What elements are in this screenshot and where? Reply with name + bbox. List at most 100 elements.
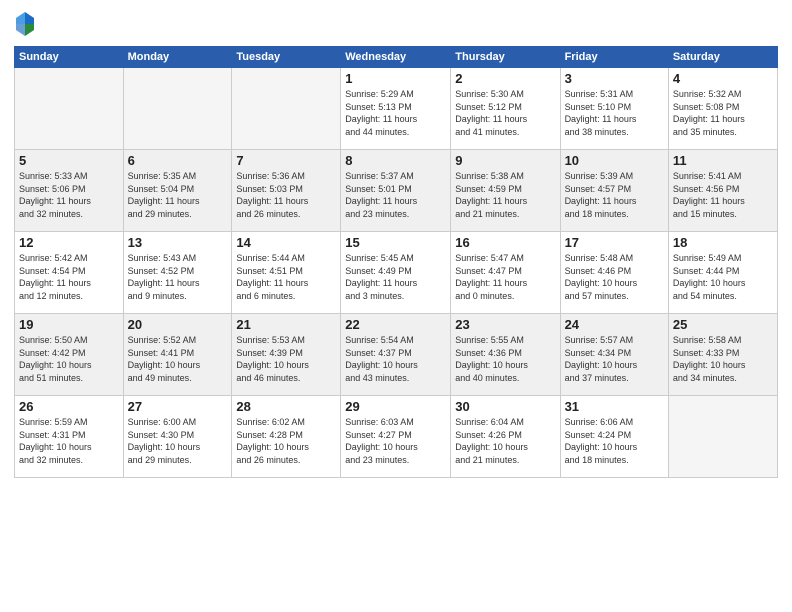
weekday-header-friday: Friday xyxy=(560,47,668,68)
day-info: Sunrise: 5:38 AM Sunset: 4:59 PM Dayligh… xyxy=(455,170,555,220)
weekday-header-saturday: Saturday xyxy=(668,47,777,68)
day-info: Sunrise: 5:41 AM Sunset: 4:56 PM Dayligh… xyxy=(673,170,773,220)
day-info: Sunrise: 5:54 AM Sunset: 4:37 PM Dayligh… xyxy=(345,334,446,384)
calendar-cell: 20 Sunrise: 5:52 AM Sunset: 4:41 PM Dayli… xyxy=(123,314,232,396)
calendar-cell: 5 Sunrise: 5:33 AM Sunset: 5:06 PM Daylig… xyxy=(15,150,124,232)
day-number: 3 xyxy=(565,71,664,86)
day-info: Sunrise: 5:53 AM Sunset: 4:39 PM Dayligh… xyxy=(236,334,336,384)
day-number: 30 xyxy=(455,399,555,414)
day-number: 23 xyxy=(455,317,555,332)
calendar-week-row: 5 Sunrise: 5:33 AM Sunset: 5:06 PM Daylig… xyxy=(15,150,778,232)
header xyxy=(14,10,778,38)
day-info: Sunrise: 5:52 AM Sunset: 4:41 PM Dayligh… xyxy=(128,334,228,384)
day-info: Sunrise: 5:37 AM Sunset: 5:01 PM Dayligh… xyxy=(345,170,446,220)
day-info: Sunrise: 5:30 AM Sunset: 5:12 PM Dayligh… xyxy=(455,88,555,138)
calendar-cell: 13 Sunrise: 5:43 AM Sunset: 4:52 PM Dayli… xyxy=(123,232,232,314)
logo xyxy=(14,10,39,38)
calendar-cell: 27Sunrise: 6:00 AM Sunset: 4:30 PM Dayli… xyxy=(123,396,232,478)
day-info: Sunrise: 5:43 AM Sunset: 4:52 PM Dayligh… xyxy=(128,252,228,302)
calendar-cell: 28 Sunrise: 6:02 AM Sunset: 4:28 PM Dayli… xyxy=(232,396,341,478)
day-info: Sunrise: 5:48 AM Sunset: 4:46 PM Dayligh… xyxy=(565,252,664,302)
calendar-week-row: 26 Sunrise: 5:59 AM Sunset: 4:31 PM Dayli… xyxy=(15,396,778,478)
calendar-cell: 21Sunrise: 5:53 AM Sunset: 4:39 PM Dayli… xyxy=(232,314,341,396)
calendar-cell xyxy=(232,68,341,150)
calendar-cell: 19 Sunrise: 5:50 AM Sunset: 4:42 PM Dayli… xyxy=(15,314,124,396)
day-info: Sunrise: 5:31 AM Sunset: 5:10 PM Dayligh… xyxy=(565,88,664,138)
day-number: 7 xyxy=(236,153,336,168)
day-info: Sunrise: 6:02 AM Sunset: 4:28 PM Dayligh… xyxy=(236,416,336,466)
day-info: Sunrise: 5:44 AM Sunset: 4:51 PM Dayligh… xyxy=(236,252,336,302)
day-number: 29 xyxy=(345,399,446,414)
calendar-cell: 29 Sunrise: 6:03 AM Sunset: 4:27 PM Dayli… xyxy=(341,396,451,478)
day-number: 1 xyxy=(345,71,446,86)
day-number: 31 xyxy=(565,399,664,414)
day-info: Sunrise: 5:29 AM Sunset: 5:13 PM Dayligh… xyxy=(345,88,446,138)
calendar-cell: 30 Sunrise: 6:04 AM Sunset: 4:26 PM Dayli… xyxy=(451,396,560,478)
calendar-cell: 22Sunrise: 5:54 AM Sunset: 4:37 PM Dayli… xyxy=(341,314,451,396)
calendar-cell: 10 Sunrise: 5:39 AM Sunset: 4:57 PM Dayli… xyxy=(560,150,668,232)
calendar-cell: 6Sunrise: 5:35 AM Sunset: 5:04 PM Daylig… xyxy=(123,150,232,232)
calendar-cell: 1 Sunrise: 5:29 AM Sunset: 5:13 PM Daylig… xyxy=(341,68,451,150)
day-info: Sunrise: 5:57 AM Sunset: 4:34 PM Dayligh… xyxy=(565,334,664,384)
calendar-cell: 3 Sunrise: 5:31 AM Sunset: 5:10 PM Daylig… xyxy=(560,68,668,150)
day-info: Sunrise: 6:06 AM Sunset: 4:24 PM Dayligh… xyxy=(565,416,664,466)
calendar-cell: 4 Sunrise: 5:32 AM Sunset: 5:08 PM Daylig… xyxy=(668,68,777,150)
weekday-header-tuesday: Tuesday xyxy=(232,47,341,68)
page: SundayMondayTuesdayWednesdayThursdayFrid… xyxy=(0,0,792,612)
calendar-cell: 15Sunrise: 5:45 AM Sunset: 4:49 PM Dayli… xyxy=(341,232,451,314)
day-number: 8 xyxy=(345,153,446,168)
calendar-week-row: 12 Sunrise: 5:42 AM Sunset: 4:54 PM Dayli… xyxy=(15,232,778,314)
day-number: 19 xyxy=(19,317,119,332)
logo-icon xyxy=(14,10,36,38)
day-number: 4 xyxy=(673,71,773,86)
calendar-cell: 9 Sunrise: 5:38 AM Sunset: 4:59 PM Daylig… xyxy=(451,150,560,232)
calendar-cell: 8 Sunrise: 5:37 AM Sunset: 5:01 PM Daylig… xyxy=(341,150,451,232)
day-number: 9 xyxy=(455,153,555,168)
weekday-header-sunday: Sunday xyxy=(15,47,124,68)
day-info: Sunrise: 5:47 AM Sunset: 4:47 PM Dayligh… xyxy=(455,252,555,302)
day-number: 10 xyxy=(565,153,664,168)
calendar-cell: 12 Sunrise: 5:42 AM Sunset: 4:54 PM Dayli… xyxy=(15,232,124,314)
day-number: 11 xyxy=(673,153,773,168)
weekday-header-thursday: Thursday xyxy=(451,47,560,68)
day-number: 2 xyxy=(455,71,555,86)
calendar-table: SundayMondayTuesdayWednesdayThursdayFrid… xyxy=(14,46,778,478)
day-number: 25 xyxy=(673,317,773,332)
day-info: Sunrise: 5:35 AM Sunset: 5:04 PM Dayligh… xyxy=(128,170,228,220)
calendar-week-row: 19 Sunrise: 5:50 AM Sunset: 4:42 PM Dayli… xyxy=(15,314,778,396)
day-number: 5 xyxy=(19,153,119,168)
day-number: 28 xyxy=(236,399,336,414)
day-info: Sunrise: 5:50 AM Sunset: 4:42 PM Dayligh… xyxy=(19,334,119,384)
calendar-cell: 14Sunrise: 5:44 AM Sunset: 4:51 PM Dayli… xyxy=(232,232,341,314)
day-info: Sunrise: 5:55 AM Sunset: 4:36 PM Dayligh… xyxy=(455,334,555,384)
day-info: Sunrise: 5:59 AM Sunset: 4:31 PM Dayligh… xyxy=(19,416,119,466)
day-number: 26 xyxy=(19,399,119,414)
day-info: Sunrise: 6:00 AM Sunset: 4:30 PM Dayligh… xyxy=(128,416,228,466)
calendar-cell: 24 Sunrise: 5:57 AM Sunset: 4:34 PM Dayli… xyxy=(560,314,668,396)
day-number: 17 xyxy=(565,235,664,250)
calendar-cell: 23 Sunrise: 5:55 AM Sunset: 4:36 PM Dayli… xyxy=(451,314,560,396)
day-number: 13 xyxy=(128,235,228,250)
calendar-cell: 25 Sunrise: 5:58 AM Sunset: 4:33 PM Dayli… xyxy=(668,314,777,396)
calendar-cell: 2 Sunrise: 5:30 AM Sunset: 5:12 PM Daylig… xyxy=(451,68,560,150)
day-info: Sunrise: 5:49 AM Sunset: 4:44 PM Dayligh… xyxy=(673,252,773,302)
day-number: 18 xyxy=(673,235,773,250)
calendar-cell xyxy=(123,68,232,150)
calendar-cell: 16Sunrise: 5:47 AM Sunset: 4:47 PM Dayli… xyxy=(451,232,560,314)
day-info: Sunrise: 5:39 AM Sunset: 4:57 PM Dayligh… xyxy=(565,170,664,220)
calendar-cell: 26 Sunrise: 5:59 AM Sunset: 4:31 PM Dayli… xyxy=(15,396,124,478)
day-number: 12 xyxy=(19,235,119,250)
calendar-cell: 11 Sunrise: 5:41 AM Sunset: 4:56 PM Dayli… xyxy=(668,150,777,232)
day-info: Sunrise: 5:32 AM Sunset: 5:08 PM Dayligh… xyxy=(673,88,773,138)
calendar-week-row: 1 Sunrise: 5:29 AM Sunset: 5:13 PM Daylig… xyxy=(15,68,778,150)
day-info: Sunrise: 6:04 AM Sunset: 4:26 PM Dayligh… xyxy=(455,416,555,466)
day-info: Sunrise: 5:33 AM Sunset: 5:06 PM Dayligh… xyxy=(19,170,119,220)
day-info: Sunrise: 5:45 AM Sunset: 4:49 PM Dayligh… xyxy=(345,252,446,302)
day-info: Sunrise: 5:58 AM Sunset: 4:33 PM Dayligh… xyxy=(673,334,773,384)
day-number: 24 xyxy=(565,317,664,332)
weekday-header-monday: Monday xyxy=(123,47,232,68)
day-info: Sunrise: 5:36 AM Sunset: 5:03 PM Dayligh… xyxy=(236,170,336,220)
day-info: Sunrise: 6:03 AM Sunset: 4:27 PM Dayligh… xyxy=(345,416,446,466)
day-info: Sunrise: 5:42 AM Sunset: 4:54 PM Dayligh… xyxy=(19,252,119,302)
day-number: 20 xyxy=(128,317,228,332)
